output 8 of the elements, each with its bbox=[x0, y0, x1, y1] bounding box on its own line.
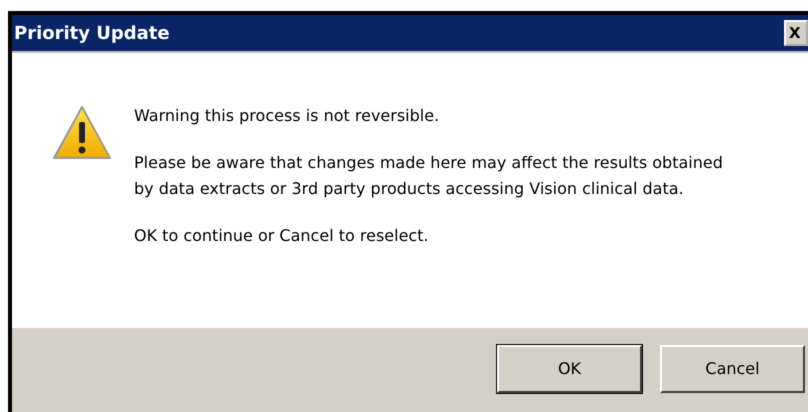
close-button[interactable]: X bbox=[784, 20, 808, 46]
warning-icon bbox=[52, 105, 112, 161]
prompt-text: OK to continue or Cancel to reselect. bbox=[134, 225, 430, 247]
message-text: Please be aware that changes made here may affect the results obtained by data extracts or 3rd party products accessing Vision clinical data. bbox=[134, 152, 724, 200]
window-title: Priority Update bbox=[14, 22, 170, 46]
cancel-button[interactable]: Cancel bbox=[660, 345, 805, 393]
ok-button[interactable]: OK bbox=[497, 345, 642, 393]
warning-text: Warning this process is not reversible. bbox=[134, 105, 440, 127]
